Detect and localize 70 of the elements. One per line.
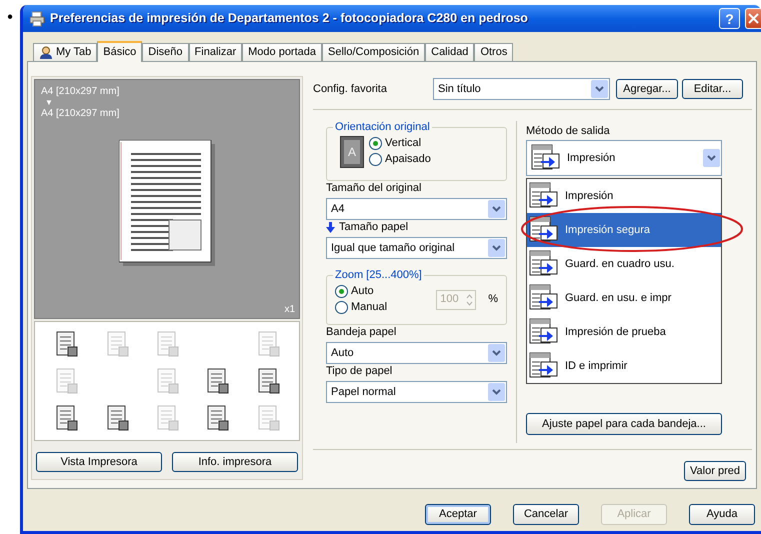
print-job-icon: [529, 318, 559, 346]
chevron-down-icon: [488, 239, 505, 257]
default-values-button[interactable]: Valor pred: [684, 461, 746, 481]
radio-button[interactable]: [369, 137, 382, 150]
dialog-button[interactable]: Cancelar: [513, 504, 579, 525]
output-method-label: Método de salida: [526, 124, 611, 137]
tab[interactable]: Otros: [474, 43, 514, 61]
output-method-dropdown[interactable]: Impresión: [526, 140, 722, 176]
group-title: Zoom [25...400%]: [334, 268, 423, 283]
preview-button[interactable]: Vista Impresora: [36, 452, 162, 472]
help-button[interactable]: ?: [719, 8, 740, 29]
close-button[interactable]: [745, 8, 761, 29]
output-method-option[interactable]: Guard. en cuadro usu.: [527, 247, 721, 281]
portrait-page-icon: A: [341, 136, 363, 166]
window-title: Preferencias de impresión de Departamentos 2 - fotocopiadora C280 en pedroso: [50, 10, 528, 28]
chevron-down-icon: [488, 383, 505, 401]
group-title: Orientación original: [334, 120, 431, 135]
tab[interactable]: Calidad: [425, 43, 474, 61]
original-size-label: Tamaño del original: [326, 180, 422, 196]
original-size-dropdown[interactable]: A4: [326, 198, 507, 220]
original-size-text: A4 [210x297 mm]: [41, 86, 120, 98]
paper-size-dropdown[interactable]: Igual que tamaño original: [326, 237, 507, 259]
tab[interactable]: Sello/Composición: [322, 43, 426, 61]
print-job-icon: [529, 216, 559, 244]
tray-settings-button[interactable]: Ajuste papel para cada bandeja...: [526, 413, 722, 435]
paper-tray-dropdown[interactable]: Auto: [326, 342, 507, 364]
paper-type-label: Tipo de papel: [326, 364, 392, 379]
arrow-glyph: ▼: [44, 98, 54, 108]
output-method-option[interactable]: Guard. en usu. e impr: [527, 281, 721, 315]
printer-icon: [29, 10, 45, 26]
print-job-icon: [529, 182, 559, 210]
tab[interactable]: Diseño: [142, 43, 189, 61]
bullet: •: [7, 10, 13, 26]
close-icon: [748, 13, 759, 24]
tab[interactable]: Finalizar: [188, 43, 242, 61]
output-method-option[interactable]: Impresión: [527, 179, 721, 213]
print-job-icon: [531, 144, 561, 172]
favorite-settings-dropdown[interactable]: Sin título: [433, 78, 610, 100]
print-job-icon: [529, 352, 559, 380]
dialog-button[interactable]: Aceptar: [425, 504, 491, 525]
copies-text: x1: [284, 304, 295, 316]
paper-size-label: Tamaño papel: [339, 220, 408, 235]
favorite-button[interactable]: Editar...: [682, 79, 743, 99]
radio-label: Auto: [351, 284, 374, 300]
print-job-icon: [529, 284, 559, 312]
radio-label: Manual: [351, 300, 388, 316]
favorite-button[interactable]: Agregar...: [616, 79, 678, 99]
radio-label: Vertical: [385, 136, 422, 152]
chevron-down-icon: [591, 80, 608, 98]
user-icon: [39, 46, 53, 59]
preview-button[interactable]: Info. impresora: [172, 452, 298, 472]
radio-button[interactable]: [369, 153, 382, 166]
print-job-icon: [529, 250, 559, 278]
chevron-down-icon: [488, 344, 505, 362]
paper-tray-label: Bandeja papel: [326, 324, 396, 340]
chevron-down-icon: [488, 200, 505, 218]
output-method-option[interactable]: ID e imprimir: [527, 349, 721, 383]
paper-size-text: A4 [210x297 mm]: [41, 108, 120, 120]
percent-label: %: [488, 292, 498, 308]
spinner-arrows-icon: [464, 292, 476, 308]
tab[interactable]: My Tab: [33, 43, 98, 61]
output-method-option[interactable]: Impresión de prueba: [527, 315, 721, 349]
tab[interactable]: Modo portada: [242, 43, 322, 61]
radio-label: Apaisado: [385, 152, 431, 168]
output-method-option[interactable]: Impresión segura: [527, 213, 721, 247]
favorite-settings-label: Config. favorita: [313, 82, 388, 97]
dialog-button[interactable]: Ayuda: [689, 504, 755, 525]
paper-type-dropdown[interactable]: Papel normal: [326, 381, 507, 403]
down-arrow-icon: [326, 222, 335, 232]
tab[interactable]: Básico: [97, 41, 142, 62]
